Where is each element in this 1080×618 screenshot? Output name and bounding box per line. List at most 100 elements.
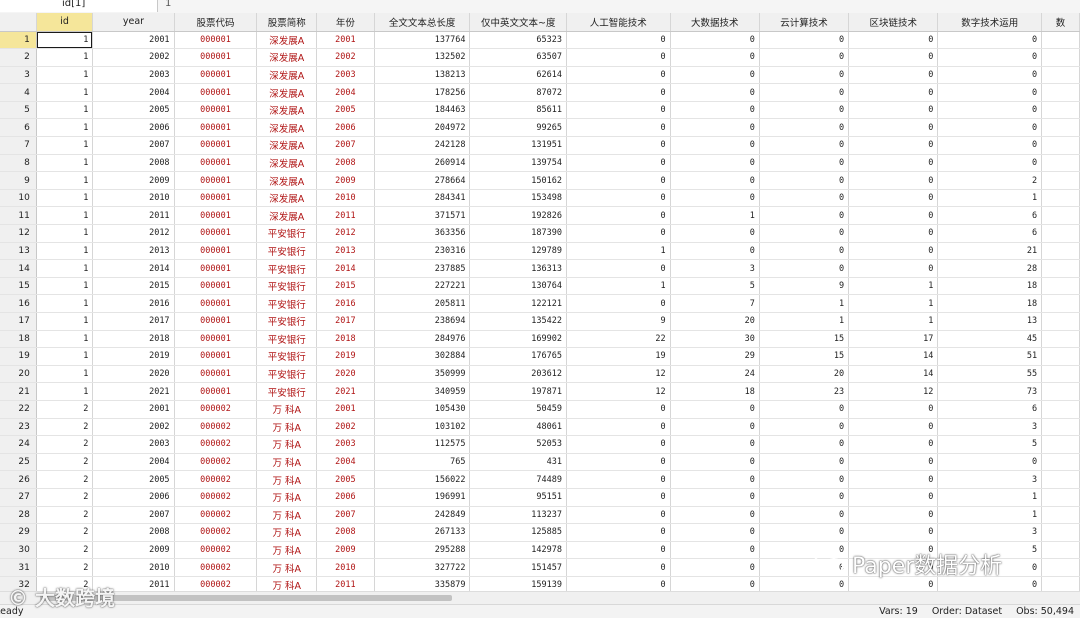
cell-stock-name[interactable]: 平安银行 [256,224,318,243]
cell-stock-code[interactable]: 000002 [174,400,258,419]
cell-stock-name[interactable]: 深发展A [256,189,318,208]
cell[interactable]: 87072 [469,83,567,102]
cell[interactable]: 1 [36,31,94,50]
cell[interactable]: 284341 [374,189,471,208]
cell[interactable]: 2009 [92,541,175,560]
cell[interactable]: 2005 [92,101,175,120]
cell[interactable]: 0 [848,206,939,226]
cell-stock-name[interactable]: 万 科A [256,488,318,507]
cell[interactable]: 95151 [469,488,567,507]
cell[interactable]: 765 [374,453,471,472]
cell[interactable]: 65323 [469,31,567,50]
cell[interactable]: 2010 [92,189,175,208]
cell[interactable]: 0 [937,31,1043,50]
cell[interactable]: 2 [36,400,94,419]
cell[interactable]: 14 [848,347,939,366]
cell[interactable]: 0 [848,83,939,102]
cell[interactable]: 1 [848,312,939,331]
cell-year-label[interactable]: 2005 [316,470,375,489]
cell[interactable]: 0 [566,558,671,577]
cell[interactable]: 156022 [374,470,471,489]
cell[interactable]: 0 [670,101,760,120]
row-number[interactable]: 11 [0,206,37,226]
cell[interactable] [1041,171,1080,190]
cell-stock-code[interactable]: 000001 [174,136,258,155]
cell[interactable]: 1 [36,189,94,208]
cell[interactable]: 151457 [469,558,567,577]
cell[interactable]: 62614 [469,66,567,85]
cell[interactable]: 7 [670,294,760,313]
cell[interactable]: 0 [670,400,760,419]
row-number[interactable]: 4 [0,83,37,102]
cell-stock-name[interactable]: 深发展A [256,48,318,67]
cell[interactable]: 371571 [374,206,471,226]
row-number[interactable]: 25 [0,453,37,472]
cell[interactable]: 0 [848,418,939,437]
cell[interactable]: 0 [759,31,850,50]
cell[interactable]: 340959 [374,382,471,401]
cell[interactable]: 1 [848,277,939,296]
cell[interactable]: 0 [759,118,850,138]
cell[interactable]: 153498 [469,189,567,208]
cell-stock-code[interactable]: 000001 [174,66,258,85]
cell[interactable]: 159139 [469,576,567,591]
row-number[interactable]: 9 [0,171,37,190]
cell-year-label[interactable]: 2006 [316,118,375,138]
cell-stock-name[interactable]: 平安银行 [256,277,318,296]
cell[interactable]: 2004 [92,453,175,472]
cell[interactable]: 0 [759,400,850,419]
cell[interactable]: 13 [937,312,1043,331]
cell[interactable]: 2 [36,435,94,454]
row-number[interactable]: 18 [0,330,37,349]
cell[interactable]: 9 [566,312,671,331]
cell[interactable]: 0 [566,171,671,190]
row-number[interactable]: 32 [0,576,37,591]
cell-stock-name[interactable]: 深发展A [256,101,318,120]
cell[interactable] [1041,488,1080,507]
cell[interactable]: 2 [36,488,94,507]
cell[interactable]: 137764 [374,31,471,50]
cell[interactable]: 6 [937,400,1043,419]
cell[interactable]: 267133 [374,523,471,542]
column-header[interactable]: 股票代码 [174,13,258,32]
column-header[interactable]: 数 [1041,13,1080,32]
cell[interactable]: 0 [848,224,939,243]
cell[interactable]: 2007 [92,506,175,525]
cell[interactable]: 1 [36,382,94,401]
cell[interactable]: 2003 [92,435,175,454]
cell[interactable]: 2 [36,453,94,472]
cell[interactable]: 2001 [92,400,175,419]
cell-year-label[interactable]: 2010 [316,558,375,577]
cell-stock-code[interactable]: 000001 [174,347,258,366]
cell-value-field[interactable]: 1 [165,0,171,12]
cell[interactable]: 150162 [469,171,567,190]
cell[interactable]: 15 [759,330,850,349]
cell[interactable]: 0 [759,171,850,190]
cell-stock-code[interactable]: 000001 [174,189,258,208]
cell[interactable]: 24 [670,365,760,384]
cell[interactable]: 0 [759,136,850,155]
cell[interactable]: 2018 [92,330,175,349]
cell[interactable]: 2015 [92,277,175,296]
data-grid[interactable]: id year 股票代码 股票简称 年份 全文文本总长度 仅中英文文本~度 人工智能技术 大数据… [0,13,1080,591]
cell-stock-code[interactable]: 000002 [174,558,258,577]
cell[interactable]: 0 [937,558,1043,577]
cell[interactable]: 0 [759,259,850,278]
row-number[interactable]: 26 [0,470,37,489]
cell-stock-code[interactable]: 000001 [174,294,258,313]
cell[interactable]: 52053 [469,435,567,454]
row-number[interactable]: 3 [0,66,37,85]
cell[interactable]: 0 [759,101,850,120]
cell[interactable]: 2014 [92,259,175,278]
cell[interactable]: 45 [937,330,1043,349]
cell[interactable]: 1 [36,136,94,155]
cell[interactable] [1041,136,1080,155]
cell[interactable]: 178256 [374,83,471,102]
cell-stock-code[interactable]: 000001 [174,382,258,401]
cell[interactable]: 0 [848,189,939,208]
cell[interactable]: 0 [848,101,939,120]
column-header[interactable]: 大数据技术 [670,13,760,32]
cell[interactable]: 18 [937,294,1043,313]
cell[interactable] [1041,118,1080,138]
cell[interactable] [1041,365,1080,384]
